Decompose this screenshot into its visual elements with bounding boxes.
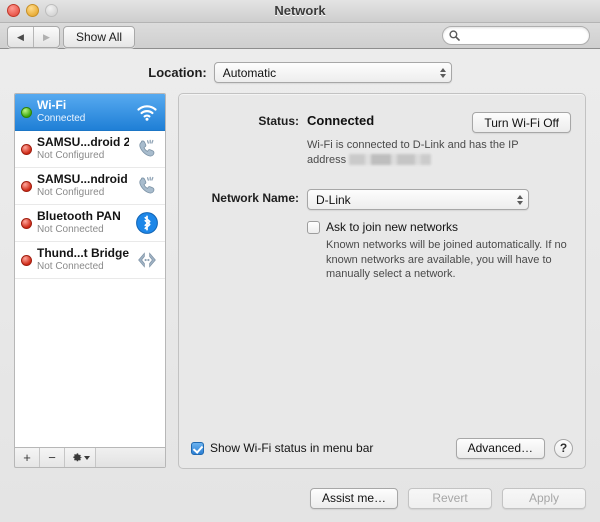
status-dot-disconnected [21, 144, 32, 155]
apply-button: Apply [502, 488, 586, 509]
bluetooth-icon [135, 211, 159, 235]
service-list[interactable]: Wi-FiConnectedSAMSU...droid 2Not Configu… [14, 93, 166, 448]
status-label: Status: [179, 112, 307, 128]
search-field[interactable] [442, 26, 590, 45]
location-label: Location: [148, 65, 207, 80]
service-state: Not Connected [37, 261, 129, 273]
service-name: Thund...t Bridge [37, 247, 129, 261]
popup-arrows-icon [440, 68, 446, 78]
service-name: Bluetooth PAN [37, 210, 129, 224]
phone-modem-icon [135, 137, 159, 161]
phone-modem-icon [135, 174, 159, 198]
ask-to-join-checkbox[interactable] [307, 221, 320, 234]
popup-arrows-icon [517, 195, 523, 205]
toolbar-filler [96, 448, 165, 467]
toolbar: ◀ ▶ Show All [0, 23, 600, 49]
services-sidebar: Wi-FiConnectedSAMSU...droid 2Not Configu… [14, 93, 166, 469]
service-name: SAMSU...ndroid [37, 173, 129, 187]
add-service-button[interactable]: + [15, 448, 40, 467]
show-wifi-status-label: Show Wi-Fi status in menu bar [210, 441, 373, 455]
remove-service-button[interactable]: − [40, 448, 65, 467]
ask-to-join-help-text: Known networks will be joined automatica… [326, 238, 571, 282]
location-popup-button[interactable]: Automatic [214, 62, 452, 83]
service-icon-wrap [134, 99, 160, 125]
status-description-text-2: address [307, 154, 346, 166]
window-footer: Assist me… Revert Apply [0, 474, 600, 522]
status-dot-disconnected [21, 255, 32, 266]
status-row: Status: Connected Turn Wi-Fi Off Wi-Fi i… [179, 112, 571, 167]
title-bar: Network [0, 0, 600, 23]
advanced-button[interactable]: Advanced… [456, 438, 545, 459]
help-button[interactable]: ? [554, 439, 573, 458]
service-state: Not Configured [37, 150, 129, 162]
status-description: Wi-Fi is connected to D-Link and has the… [307, 138, 557, 167]
service-list-toolbar: + − [14, 448, 166, 468]
show-all-button[interactable]: Show All [63, 26, 135, 48]
status-dot-connected [21, 107, 32, 118]
status-dot-disconnected [21, 218, 32, 229]
service-state: Not Configured [37, 187, 129, 199]
service-list-item[interactable]: Thund...t BridgeNot Connected [15, 242, 165, 279]
back-button[interactable]: ◀ [8, 27, 34, 47]
service-icon-wrap [134, 136, 160, 162]
panel-footer: Show Wi-Fi status in menu bar Advanced… … [179, 428, 585, 468]
service-list-item[interactable]: Bluetooth PANNot Connected [15, 205, 165, 242]
window-title: Network [0, 3, 600, 18]
show-wifi-status-checkbox[interactable] [191, 442, 204, 455]
location-value: Automatic [223, 66, 276, 80]
revert-button: Revert [408, 488, 492, 509]
search-input[interactable] [463, 29, 587, 43]
thunderbolt-bridge-icon [135, 248, 159, 272]
network-name-value: D-Link [316, 193, 351, 207]
turn-wifi-off-button[interactable]: Turn Wi-Fi Off [472, 112, 571, 133]
show-status-row[interactable]: Show Wi-Fi status in menu bar [191, 441, 373, 455]
service-list-item[interactable]: SAMSU...ndroidNot Configured [15, 168, 165, 205]
network-name-label: Network Name: [179, 189, 307, 205]
ask-to-join-label: Ask to join new networks [326, 220, 458, 234]
ask-join-row[interactable]: Ask to join new networks [307, 220, 571, 234]
gear-icon [71, 452, 83, 464]
service-state: Not Connected [37, 224, 129, 236]
location-row: Location: Automatic [0, 62, 600, 83]
network-name-popup-button[interactable]: D-Link [307, 189, 529, 210]
wifi-settings-panel: Status: Connected Turn Wi-Fi Off Wi-Fi i… [178, 93, 586, 469]
service-icon-wrap [134, 247, 160, 273]
content-area: Wi-FiConnectedSAMSU...droid 2Not Configu… [14, 93, 586, 469]
status-value: Connected [307, 112, 374, 128]
network-preferences-window: Network ◀ ▶ Show All Location: Automatic… [0, 0, 600, 522]
service-name: Wi-Fi [37, 99, 129, 113]
service-name: SAMSU...droid 2 [37, 136, 129, 150]
service-state: Connected [37, 113, 129, 125]
service-list-item[interactable]: SAMSU...droid 2Not Configured [15, 131, 165, 168]
forward-button: ▶ [34, 27, 59, 47]
search-icon [449, 30, 460, 41]
network-name-row: Network Name: D-Link Ask to join new net… [179, 189, 571, 282]
wifi-icon [135, 100, 159, 124]
navigation-segmented-control: ◀ ▶ [7, 26, 60, 48]
ip-address-redacted [349, 154, 431, 165]
service-icon-wrap [134, 210, 160, 236]
service-action-menu-button[interactable] [65, 448, 96, 467]
service-list-item[interactable]: Wi-FiConnected [15, 94, 165, 131]
assist-me-button[interactable]: Assist me… [310, 488, 398, 509]
status-description-text: Wi-Fi is connected to D-Link and has the… [307, 139, 518, 151]
status-dot-disconnected [21, 181, 32, 192]
service-icon-wrap [134, 173, 160, 199]
